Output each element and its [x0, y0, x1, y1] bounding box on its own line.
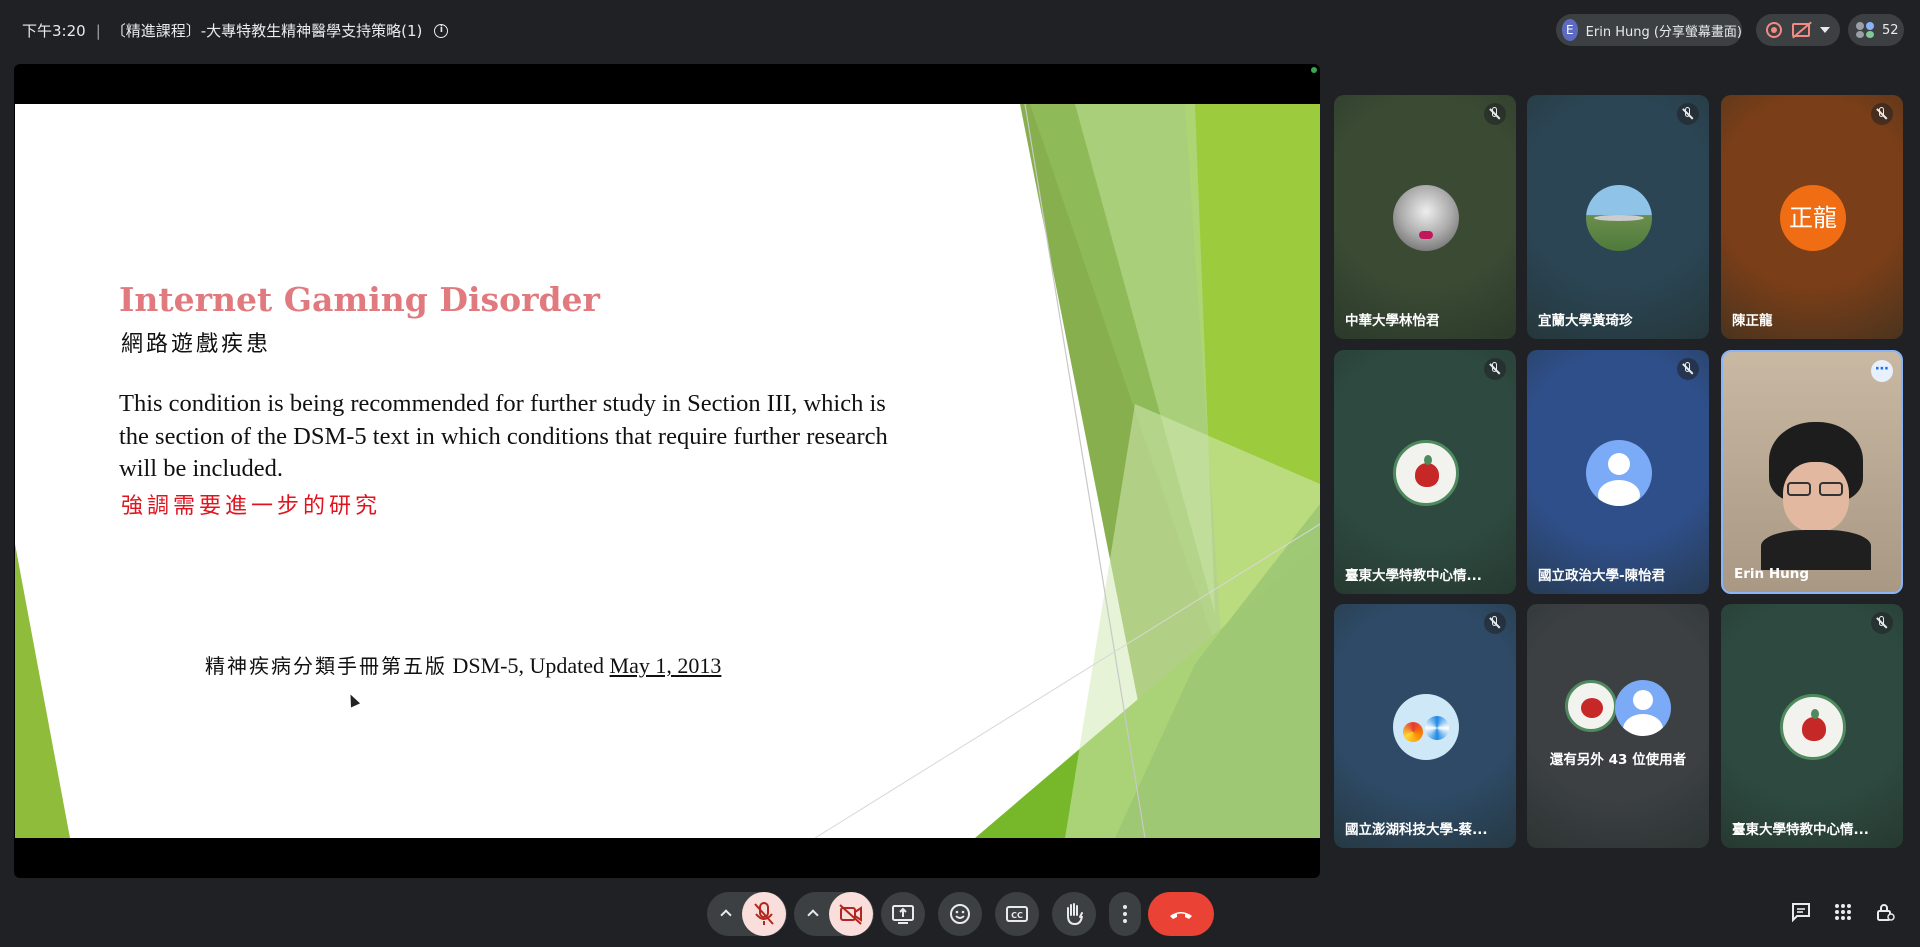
chevron-down-icon[interactable] — [1820, 27, 1830, 33]
more-options-button[interactable] — [1109, 892, 1141, 936]
slide-footer: 精神疾病分類手冊第五版 DSM-5, Updated May 1, 2013 — [205, 650, 721, 679]
recording-icon[interactable] — [1766, 22, 1782, 38]
participant-name: 臺東大學特教中心情... — [1345, 568, 1482, 584]
participant-name: 宜蘭大學黃琦珍 — [1538, 313, 1633, 329]
svg-text:CC: CC — [1011, 911, 1023, 920]
slide-subtitle: 網路遊戲疾患 — [121, 332, 272, 357]
activities-icon[interactable] — [1831, 900, 1855, 924]
people-icon — [1856, 22, 1876, 38]
participant-tile[interactable]: 正龍陳正龍 — [1721, 95, 1903, 339]
pinwheel-logo-icon — [1393, 694, 1459, 760]
mic-off-icon — [1677, 103, 1699, 125]
participant-name: Erin Hung — [1734, 566, 1810, 582]
meeting-info: 下午3:20 | 〔精進課程〕-大專特教生精神醫學支持策略(1) i — [22, 20, 449, 41]
present-button[interactable] — [881, 892, 925, 936]
footer-english: DSM-5, Updated — [452, 653, 605, 678]
more-options-icon[interactable]: ⋯ — [1871, 360, 1893, 382]
participants-count: 52 — [1882, 22, 1899, 38]
participant-name: 國立澎湖科技大學-蔡... — [1345, 822, 1488, 838]
mic-off-icon — [1484, 103, 1506, 125]
apple-logo-icon — [1393, 440, 1459, 506]
present-icon — [892, 905, 914, 924]
presenter-label: Erin Hung (分享螢幕畫面) — [1585, 24, 1742, 40]
info-icon[interactable]: i — [434, 23, 449, 38]
participant-tile[interactable]: 還有另外 43 位使用者 — [1527, 604, 1709, 848]
presenter-avatar: E — [1562, 19, 1578, 41]
participant-name: 還有另外 43 位使用者 — [1549, 752, 1687, 768]
emoji-icon — [950, 904, 970, 924]
participant-tile[interactable]: 中華大學林怡君 — [1334, 95, 1516, 339]
separator: | — [95, 21, 101, 40]
slide: Internet Gaming Disorder 網路遊戲疾患 This con… — [15, 104, 1320, 838]
participant-name: 國立政治大學-陳怡君 — [1538, 568, 1666, 584]
raise-hand-icon — [1067, 903, 1083, 926]
captions-button[interactable]: CC — [995, 892, 1039, 936]
presenter-pill[interactable]: E Erin Hung (分享螢幕畫面) — [1556, 14, 1742, 46]
recording-controls[interactable] — [1756, 14, 1840, 46]
person-icon — [1615, 680, 1671, 736]
slide-title: Internet Gaming Disorder — [119, 280, 600, 319]
more-icon — [1123, 905, 1127, 923]
participant-tile[interactable]: 臺東大學特教中心情... — [1334, 350, 1516, 594]
camera-off-icon — [839, 904, 862, 925]
mic-off-icon — [1484, 358, 1506, 380]
raise-hand-button[interactable] — [1052, 892, 1096, 936]
speaking-indicator — [1311, 67, 1317, 73]
participant-name: 陳正龍 — [1732, 313, 1773, 329]
emoji-button[interactable] — [938, 892, 982, 936]
group-avatars — [1565, 680, 1675, 736]
end-call-button[interactable] — [1148, 892, 1214, 936]
participant-avatar: 正龍 — [1780, 185, 1846, 251]
call-controls: CC — [0, 892, 1920, 938]
participant-tile[interactable]: 國立政治大學-陳怡君 — [1527, 350, 1709, 594]
mic-off-icon — [1677, 358, 1699, 380]
person-icon — [1586, 440, 1652, 506]
participant-tile[interactable]: 國立澎湖科技大學-蔡... — [1334, 604, 1516, 848]
slide-body: This condition is being recommended for … — [119, 390, 888, 482]
participant-tile[interactable]: 宜蘭大學黃琦珍 — [1527, 95, 1709, 339]
apple-logo-icon — [1780, 694, 1846, 760]
audio-options-icon[interactable] — [720, 909, 732, 921]
mic-off-icon — [1871, 103, 1893, 125]
participant-name: 中華大學林怡君 — [1345, 313, 1440, 329]
presentation-stage: Internet Gaming Disorder 網路遊戲疾患 This con… — [14, 64, 1320, 878]
apple-logo-icon — [1565, 680, 1617, 732]
mic-toggle-button[interactable] — [742, 892, 786, 936]
meeting-title: 〔精進課程〕-大專特教生精神醫學支持策略(1) — [110, 22, 423, 40]
participant-name: 臺東大學特教中心情... — [1732, 822, 1869, 838]
participant-avatar — [1393, 185, 1459, 251]
participants-button[interactable]: 52 — [1848, 14, 1904, 46]
top-bar: 下午3:20 | 〔精進課程〕-大專特教生精神醫學支持策略(1) i E Eri… — [0, 0, 1920, 62]
participant-video — [1761, 422, 1871, 570]
participant-tile[interactable]: ⋯ Erin Hung — [1721, 350, 1903, 594]
mic-off-icon — [754, 902, 774, 925]
video-options-icon[interactable] — [807, 909, 819, 921]
end-call-icon — [1170, 912, 1192, 919]
host-controls-icon[interactable] — [1873, 900, 1897, 924]
camera-toggle-button[interactable] — [829, 892, 873, 936]
clock: 下午3:20 — [22, 22, 86, 40]
camera-off-icon[interactable] — [1792, 23, 1810, 37]
footer-date: May 1, 2013 — [609, 653, 722, 678]
participant-avatar — [1586, 185, 1652, 251]
slide-emphasis: 強調需要進一步的研究 — [121, 494, 382, 519]
chat-icon[interactable] — [1789, 900, 1813, 924]
captions-icon: CC — [1006, 906, 1028, 922]
mic-off-icon — [1871, 612, 1893, 634]
participant-tile[interactable]: 臺東大學特教中心情... — [1721, 604, 1903, 848]
mic-off-icon — [1484, 612, 1506, 634]
footer-chinese: 精神疾病分類手冊第五版 — [205, 654, 447, 678]
